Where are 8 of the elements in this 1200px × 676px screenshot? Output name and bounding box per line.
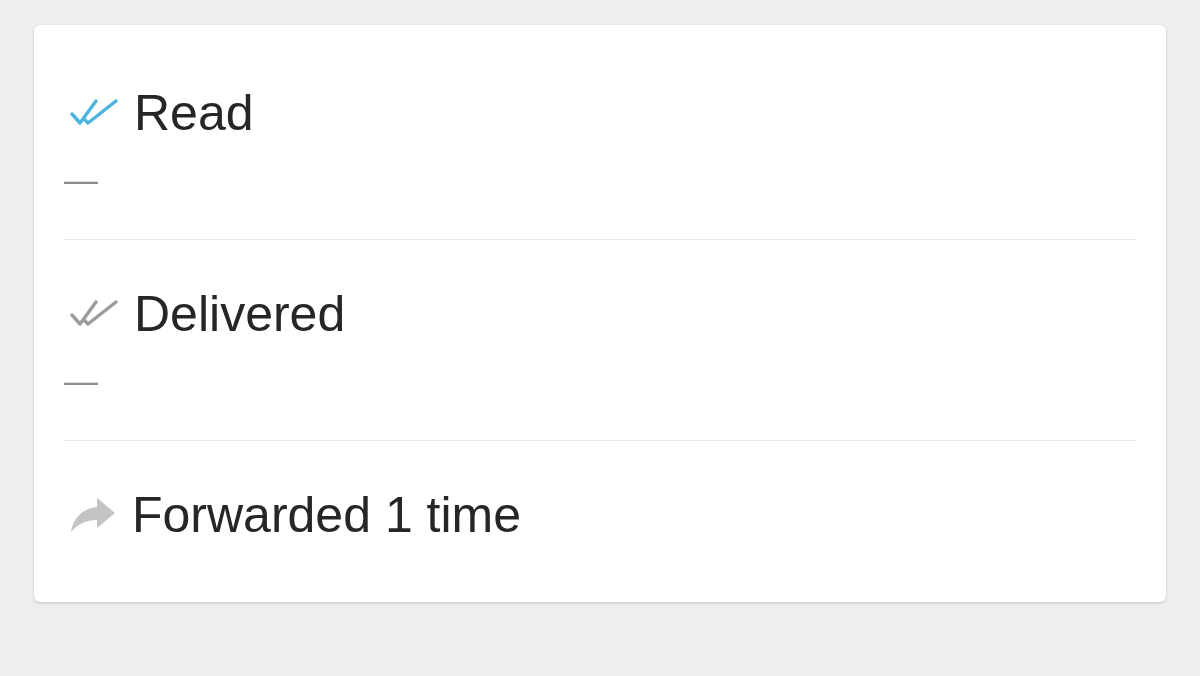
- status-title: Read: [134, 84, 254, 143]
- status-title: Delivered: [134, 285, 346, 344]
- double-check-icon: [70, 299, 118, 329]
- time-value: —: [64, 159, 98, 199]
- time-value: —: [64, 360, 98, 400]
- double-check-icon: [70, 98, 118, 128]
- status-title: Forwarded 1 time: [132, 486, 522, 545]
- forward-arrow-icon: [70, 497, 116, 533]
